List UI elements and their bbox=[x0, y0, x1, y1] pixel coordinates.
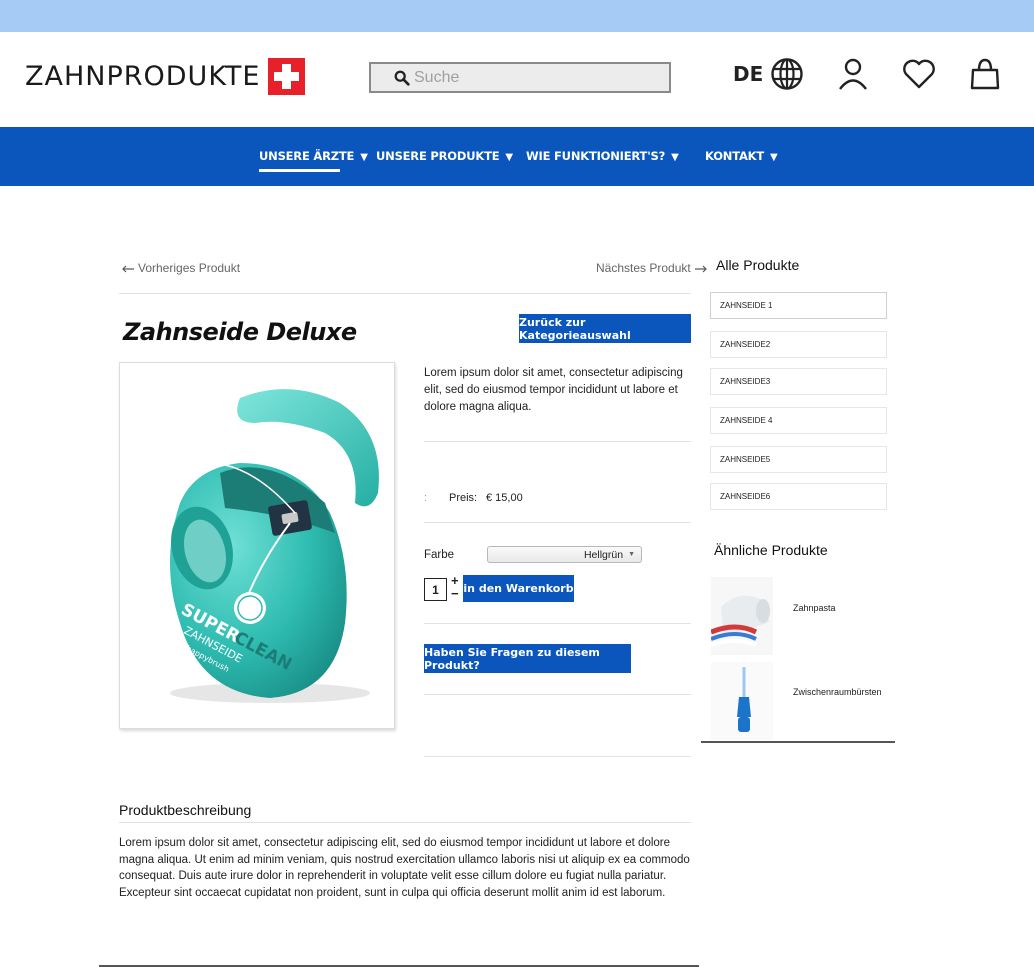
nav-label: WIE FUNKTIONIERT'S? bbox=[526, 149, 666, 163]
product-title: Zahnseide Deluxe bbox=[123, 318, 357, 346]
top-strip bbox=[0, 0, 1034, 32]
nav-item-kontakt[interactable]: KONTAKT ▼ bbox=[705, 149, 778, 163]
nav-label: UNSERE PRODUKTE bbox=[376, 149, 500, 163]
caret-down-icon: ▼ bbox=[671, 152, 679, 163]
nav-label: UNSERE ÄRZTE bbox=[259, 149, 355, 163]
divider bbox=[701, 741, 895, 743]
price-label: Preis: bbox=[449, 492, 478, 504]
divider bbox=[424, 756, 691, 757]
category-item[interactable]: ZAHNSEIDE2 bbox=[710, 331, 887, 358]
site-header: ZAHNPRODUKTE DE bbox=[0, 32, 1034, 127]
color-selected-value: Hellgrün bbox=[583, 548, 624, 561]
product-short-description: Lorem ipsum dolor sit amet, consectetur … bbox=[424, 367, 683, 413]
globe-icon[interactable] bbox=[769, 56, 805, 92]
search-bar[interactable] bbox=[369, 62, 671, 93]
price-dot: : bbox=[424, 492, 428, 504]
category-item[interactable]: ZAHNSEIDE6 bbox=[710, 483, 887, 510]
header-actions: DE bbox=[733, 56, 1003, 92]
divider bbox=[119, 293, 691, 294]
caret-down-icon: ▼ bbox=[770, 152, 778, 163]
color-select[interactable]: Hellgrün ▼ bbox=[487, 546, 642, 563]
main-nav: UNSERE ÄRZTE ▼ UNSERE PRODUKTE ▼ WIE FUNKT… bbox=[0, 127, 1034, 186]
next-product-label: Nächstes Produkt bbox=[596, 261, 691, 275]
swiss-cross-icon bbox=[268, 58, 306, 95]
site-logo[interactable]: ZAHNPRODUKTE bbox=[25, 58, 306, 95]
all-products-title: Alle Produkte bbox=[716, 257, 800, 273]
quantity-decrease-button[interactable]: − bbox=[451, 587, 459, 600]
search-input[interactable] bbox=[414, 68, 654, 87]
shopping-bag-icon[interactable] bbox=[967, 56, 1003, 92]
divider bbox=[424, 694, 691, 695]
nav-item-funktioniert[interactable]: WIE FUNKTIONIERT'S? ▼ bbox=[526, 149, 679, 163]
caret-down-icon: ▼ bbox=[628, 551, 635, 558]
divider bbox=[424, 441, 691, 442]
divider bbox=[424, 623, 691, 624]
previous-product-label: Vorheriges Produkt bbox=[138, 261, 241, 275]
language-label[interactable]: DE bbox=[733, 62, 763, 86]
previous-product-link[interactable]: Vorheriges Produkt bbox=[122, 261, 240, 275]
product-question-button[interactable]: Haben Sie Fragen zu diesem Produkt? bbox=[424, 644, 631, 673]
category-item[interactable]: ZAHNSEIDE 4 bbox=[710, 407, 887, 434]
color-label: Farbe bbox=[424, 549, 455, 561]
nav-item-produkte[interactable]: UNSERE PRODUKTE ▼ bbox=[376, 149, 513, 163]
product-description-title: Produktbeschreibung bbox=[119, 802, 252, 818]
nav-item-aerzte[interactable]: UNSERE ÄRZTE ▼ bbox=[259, 149, 368, 172]
divider bbox=[119, 822, 691, 823]
back-to-category-button[interactable]: Zurück zur Kategorieauswahl bbox=[519, 314, 691, 343]
toothpaste-thumbnail[interactable] bbox=[710, 577, 773, 655]
category-item[interactable]: ZAHNSEIDE5 bbox=[710, 446, 887, 473]
caret-down-icon: ▼ bbox=[505, 152, 513, 163]
similar-products-title: Ähnliche Produkte bbox=[714, 542, 828, 558]
product-description-text: Lorem ipsum dolor sit amet, consectetur … bbox=[119, 837, 690, 899]
logo-text: ZAHNPRODUKTE bbox=[25, 61, 261, 92]
add-to-cart-button[interactable]: in den Warenkorb bbox=[463, 575, 574, 602]
category-item[interactable]: ZAHNSEIDE3 bbox=[710, 368, 887, 395]
quantity-field[interactable]: 1 bbox=[424, 578, 447, 601]
next-product-link[interactable]: Nächstes Produkt bbox=[596, 261, 707, 275]
arrow-left-icon bbox=[122, 265, 134, 273]
interdental-brush-thumbnail[interactable] bbox=[711, 662, 773, 740]
similar-product-label[interactable]: Zahnpasta bbox=[793, 603, 836, 613]
heart-icon[interactable] bbox=[901, 56, 937, 92]
divider bbox=[424, 522, 691, 523]
category-item[interactable]: ZAHNSEIDE 1 bbox=[710, 292, 887, 319]
search-icon bbox=[394, 70, 410, 86]
nav-label: KONTAKT bbox=[705, 149, 765, 163]
product-image: SUPER CLEAN ZAHNSEIDE happybrush bbox=[119, 362, 395, 729]
floss-dispenser-illustration: SUPER CLEAN ZAHNSEIDE happybrush bbox=[170, 389, 379, 703]
similar-product-label[interactable]: Zwischenraumbürsten bbox=[793, 687, 882, 697]
price-value: € 15,00 bbox=[486, 492, 523, 504]
caret-down-icon: ▼ bbox=[360, 152, 368, 163]
user-icon[interactable] bbox=[835, 56, 871, 92]
arrow-right-icon bbox=[694, 265, 707, 273]
